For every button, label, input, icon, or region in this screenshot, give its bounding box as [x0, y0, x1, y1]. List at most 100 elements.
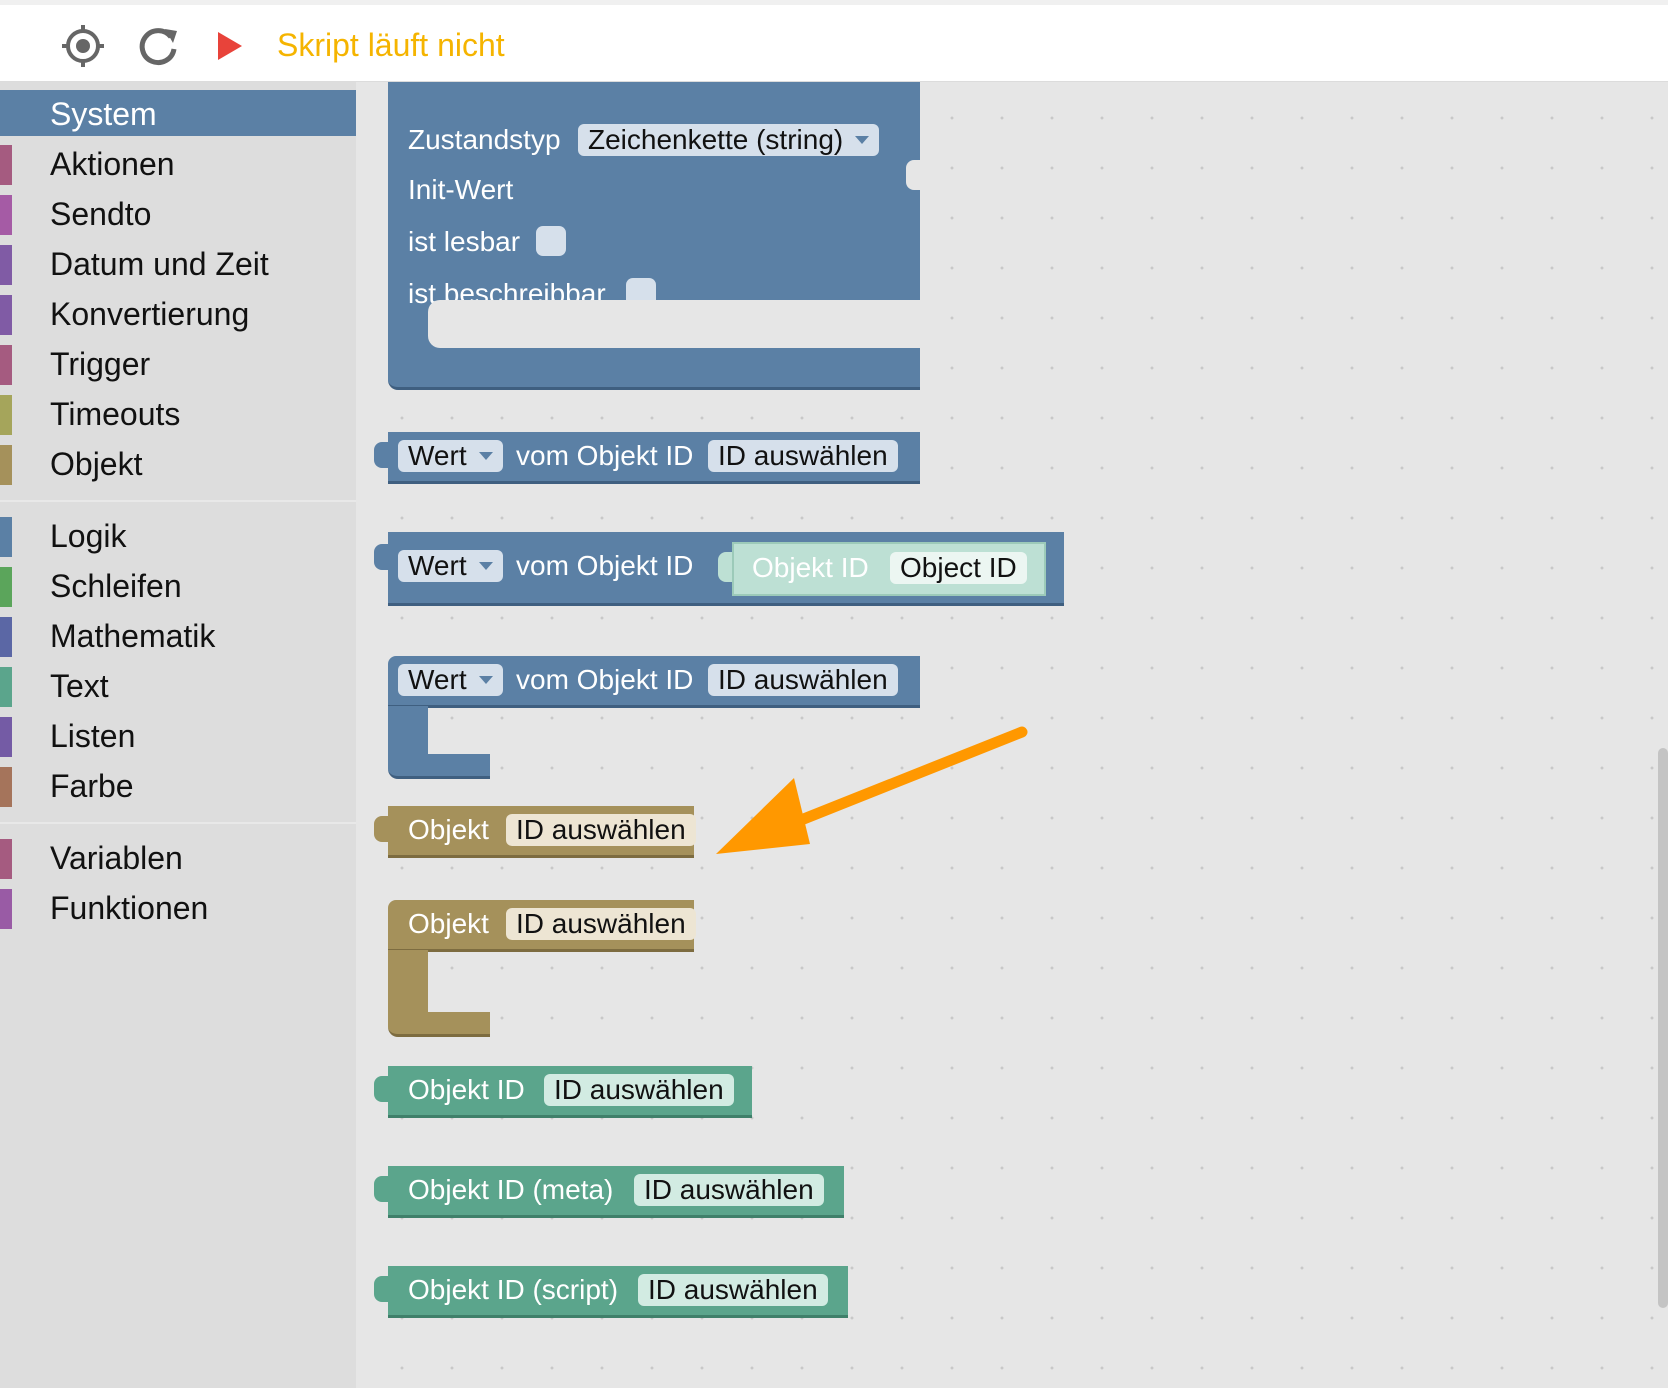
- category-sendto[interactable]: Sendto: [0, 190, 356, 236]
- block-text: vom Objekt ID: [516, 440, 694, 471]
- category-color-swatch: [0, 667, 12, 707]
- category-color-swatch: [0, 617, 12, 657]
- nested-object-id-block[interactable]: Objekt ID Object ID: [732, 542, 1046, 596]
- chevron-down-icon: [478, 676, 493, 684]
- dropdown-value: Wert: [408, 440, 467, 471]
- object-id-field[interactable]: ID auswählen: [708, 664, 898, 696]
- category-color-swatch: [0, 889, 12, 929]
- category-label: Variablen: [50, 840, 183, 876]
- get-value-statement-block[interactable]: Wert vom Objekt ID ID auswählen: [388, 656, 920, 708]
- category-trigger[interactable]: Trigger: [0, 340, 356, 386]
- script-status-text: Skript läuft nicht: [277, 27, 505, 63]
- block-c-bottom: [388, 754, 490, 779]
- category-text[interactable]: Text: [0, 662, 356, 708]
- value-dropdown[interactable]: Wert: [398, 440, 503, 472]
- category-label: Funktionen: [50, 890, 209, 926]
- category-funktionen[interactable]: Funktionen: [0, 884, 356, 930]
- category-konvertierung[interactable]: Konvertierung: [0, 290, 356, 336]
- category-color-swatch: [0, 767, 12, 807]
- category-color-swatch: [0, 839, 12, 879]
- output-connector: [374, 442, 388, 468]
- object-block[interactable]: Objekt ID auswählen: [388, 806, 696, 858]
- crosshair-icon[interactable]: [60, 23, 106, 74]
- block-text: vom Objekt ID: [516, 550, 694, 581]
- category-label: System: [50, 96, 157, 132]
- category-label: Farbe: [50, 768, 134, 804]
- blockly-workspace[interactable]: Zustandstyp Zeichenkette (string) Init-W…: [356, 82, 1668, 1388]
- category-logik[interactable]: Logik: [0, 512, 356, 558]
- category-label: Datum und Zeit: [50, 246, 269, 282]
- category-label: Logik: [50, 518, 127, 554]
- category-label: Timeouts: [50, 396, 181, 432]
- category-color-swatch: [0, 717, 12, 757]
- category-label: Sendto: [50, 196, 152, 232]
- get-value-block-with-input[interactable]: Wert vom Objekt ID Objekt ID Object ID: [388, 532, 1064, 606]
- category-color-swatch: [0, 567, 12, 607]
- category-separator: [0, 500, 356, 502]
- chevron-down-icon: [478, 562, 493, 570]
- play-icon[interactable]: [215, 29, 245, 68]
- category-timeouts[interactable]: Timeouts: [0, 390, 356, 436]
- block-text: Objekt ID: [752, 552, 869, 583]
- category-system[interactable]: System: [0, 90, 356, 136]
- object-id-field[interactable]: Object ID: [890, 552, 1027, 584]
- output-connector: [374, 544, 388, 570]
- object-statement-block[interactable]: Objekt ID auswählen: [388, 900, 696, 952]
- category-variablen[interactable]: Variablen: [0, 834, 356, 880]
- object-id-field[interactable]: ID auswählen: [544, 1074, 734, 1106]
- category-color-swatch: [0, 395, 12, 435]
- category-objekt[interactable]: Objekt: [0, 440, 356, 486]
- object-id-field[interactable]: ID auswählen: [634, 1174, 824, 1206]
- category-color-swatch: [0, 295, 12, 335]
- object-id-field[interactable]: ID auswählen: [638, 1274, 828, 1306]
- category-schleifen[interactable]: Schleifen: [0, 562, 356, 608]
- block-text: Objekt ID (script): [408, 1274, 619, 1305]
- category-farbe[interactable]: Farbe: [0, 762, 356, 808]
- object-id-script-block[interactable]: Objekt ID (script) ID auswählen: [388, 1266, 848, 1318]
- workspace-scrollbar[interactable]: [1658, 748, 1668, 1308]
- chevron-down-icon: [478, 452, 493, 460]
- object-id-block[interactable]: Objekt ID ID auswählen: [388, 1066, 752, 1118]
- value-dropdown[interactable]: Wert: [398, 664, 503, 696]
- output-connector: [374, 1176, 388, 1202]
- category-label: Trigger: [50, 346, 151, 382]
- object-id-field[interactable]: ID auswählen: [506, 908, 696, 940]
- category-mathematik[interactable]: Mathematik: [0, 612, 356, 658]
- category-color-swatch: [0, 445, 12, 485]
- object-id-meta-block[interactable]: Objekt ID (meta) ID auswählen: [388, 1166, 844, 1218]
- category-label: Konvertierung: [50, 296, 250, 332]
- value-input-notch: [906, 160, 922, 190]
- value-dropdown[interactable]: Wert: [398, 550, 503, 582]
- category-aktionen[interactable]: Aktionen: [0, 140, 356, 186]
- category-label: Text: [50, 668, 109, 704]
- block-c-bottom: [388, 1012, 490, 1037]
- category-color-swatch: [0, 345, 12, 385]
- dropdown-value: Wert: [408, 664, 467, 695]
- category-color-swatch: [0, 195, 12, 235]
- category-color-swatch: [0, 145, 12, 185]
- toolbar: Skript läuft nicht: [0, 0, 1668, 82]
- dropdown-value: Wert: [408, 550, 467, 581]
- block-text: Init-Wert: [408, 174, 514, 205]
- get-value-block[interactable]: Wert vom Objekt ID ID auswählen: [388, 432, 920, 484]
- block-text: Objekt: [408, 814, 489, 845]
- state-type-dropdown[interactable]: Zeichenkette (string): [578, 124, 880, 156]
- category-datum-und-zeit[interactable]: Datum und Zeit: [0, 240, 356, 286]
- output-connector: [374, 1276, 388, 1302]
- category-color-swatch: [0, 245, 12, 285]
- output-connector: [374, 1076, 388, 1102]
- statement-slot: [428, 300, 922, 348]
- block-c-arm: [388, 706, 428, 756]
- category-label: Listen: [50, 718, 136, 754]
- block-text: Zustandstyp: [408, 124, 561, 155]
- input-connector: [718, 552, 732, 582]
- block-text: ist lesbar: [408, 226, 521, 257]
- object-id-field[interactable]: ID auswählen: [506, 814, 696, 846]
- object-id-field[interactable]: ID auswählen: [708, 440, 898, 472]
- create-state-block[interactable]: Zustandstyp Zeichenkette (string) Init-W…: [388, 82, 922, 390]
- readable-checkbox[interactable]: [536, 226, 566, 256]
- category-listen[interactable]: Listen: [0, 712, 356, 758]
- reload-icon[interactable]: [135, 23, 181, 74]
- block-text: vom Objekt ID: [516, 664, 694, 695]
- annotation-arrow-icon: [716, 726, 1028, 854]
